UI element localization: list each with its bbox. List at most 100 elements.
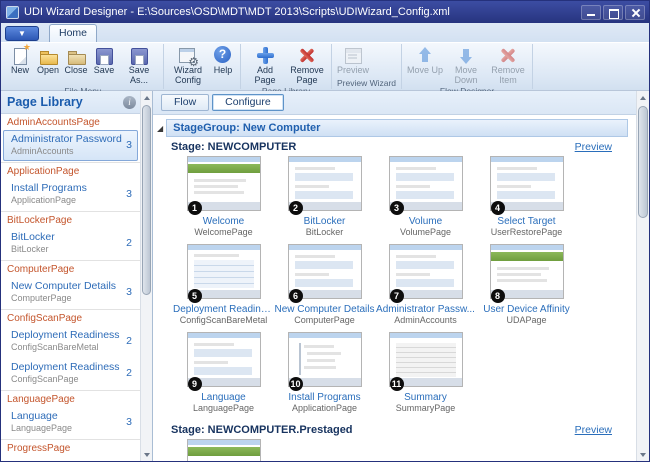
move-up-icon [415, 46, 435, 65]
stage-section: Stage: NEWCOMPUTER.PrestagedPreview 1 [153, 424, 636, 461]
remove-page-button[interactable]: Remove Page [286, 44, 328, 86]
ribbon-button-label: Add Page [246, 66, 284, 86]
wizard-page-card[interactable]: 5Deployment ReadinessConfigScanBareMetal [173, 244, 274, 325]
page-card-title: Deployment Readiness [173, 304, 274, 315]
page-library-item[interactable]: New Computer DetailsComputerPage3 [3, 277, 138, 308]
title-bar[interactable]: UDI Wizard Designer - E:\Sources\OSD\MDT… [1, 1, 649, 23]
page-card-title: Language [173, 392, 274, 403]
wizard-config-icon [178, 46, 198, 65]
main-scrollbar[interactable] [636, 91, 649, 461]
move-up-button[interactable]: Move Up [405, 44, 445, 76]
page-library-item[interactable]: Install ProgramsApplicationPage3 [3, 179, 138, 210]
wizard-page-card[interactable]: 1 [173, 439, 274, 461]
stage-group-header[interactable]: StageGroup: New Computer [166, 119, 628, 137]
page-card-title: New Computer Details [274, 304, 375, 315]
wizard-page-card[interactable]: 10Install ProgramsApplicationPage [274, 332, 375, 413]
page-number-badge: 1 [188, 201, 202, 215]
wizard-page-card[interactable]: 7Administrator Passw...AdminAccounts [375, 244, 476, 325]
page-card-title: Summary [375, 392, 476, 403]
preview-link[interactable]: Preview [575, 141, 612, 153]
page-card-subtitle: SummaryPage [375, 403, 476, 413]
stage-grid: 1 [173, 439, 612, 461]
wizard-page-card[interactable]: 6New Computer DetailsComputerPage [274, 244, 375, 325]
page-thumbnail: 2 [288, 156, 362, 211]
sidebar-scrollbar[interactable] [140, 91, 152, 461]
help-button[interactable]: Help [209, 44, 237, 76]
page-item-text: Deployment ReadinessConfigScanPage [11, 361, 122, 385]
stage-section: Stage: NEWCOMPUTERPreview1WelcomeWelcome… [153, 141, 636, 420]
page-item-subtitle: ApplicationPage [11, 195, 122, 206]
page-library-item[interactable]: BitLockerBitLocker2 [3, 228, 138, 259]
info-icon[interactable] [123, 96, 136, 109]
page-item-text: Install ProgramsApplicationPage [11, 182, 122, 206]
page-item-subtitle: ComputerPage [11, 293, 122, 304]
add-page-button[interactable]: Add Page [244, 44, 286, 86]
window-title: UDI Wizard Designer - E:\Sources\OSD\MDT… [24, 6, 579, 18]
page-number-badge: 6 [289, 289, 303, 303]
wizard-page-card[interactable]: 9LanguageLanguagePage [173, 332, 274, 413]
page-thumbnail: 11 [389, 332, 463, 387]
save-as-button[interactable]: Save As... [118, 44, 160, 86]
page-number-badge: 9 [188, 377, 202, 391]
tab-home[interactable]: Home [49, 24, 97, 42]
page-card-subtitle: ConfigScanBareMetal [173, 315, 274, 325]
scrollbar-thumb[interactable] [142, 105, 151, 295]
new-document-icon [10, 46, 30, 65]
page-number-badge: 11 [390, 377, 404, 391]
scroll-down-icon[interactable] [637, 448, 649, 461]
page-thumbnail: 8 [490, 244, 564, 299]
page-card-title: Select Target [476, 216, 577, 227]
page-library-item[interactable]: LanguageLanguagePage3 [3, 407, 138, 438]
expander-icon[interactable] [157, 124, 163, 133]
scrollbar-thumb[interactable] [638, 106, 648, 218]
close-icon[interactable] [625, 5, 645, 20]
wizard-page-card[interactable]: 2BitLockerBitLocker [274, 156, 375, 237]
page-thumbnail: 7 [389, 244, 463, 299]
move-down-button[interactable]: Move Down [445, 44, 487, 86]
ribbon-button-row: NewOpenCloseSaveSave As... [6, 44, 160, 86]
app-window: UDI Wizard Designer - E:\Sources\OSD\MDT… [0, 0, 650, 462]
scroll-up-icon[interactable] [637, 91, 649, 104]
page-library-item[interactable]: Administrator PasswordAdminAccounts3 [3, 130, 138, 161]
scroll-down-icon[interactable] [141, 448, 152, 461]
wizard-config-button[interactable]: Wizard Config [167, 44, 209, 86]
page-number-badge: 8 [491, 289, 505, 303]
page-card-title: Volume [375, 216, 476, 227]
page-group-header: LanguagePage [1, 391, 140, 407]
page-library-item[interactable]: Deployment ReadinessConfigScanBareMetal2 [3, 326, 138, 357]
stage-grid: 1WelcomeWelcomePage2BitLockerBitLocker3V… [173, 156, 612, 420]
close-button[interactable]: Close [62, 44, 90, 76]
wizard-page-card[interactable]: 8User Device AffinityUDAPage [476, 244, 577, 325]
remove-item-icon [498, 46, 518, 65]
save-button[interactable]: Save [90, 44, 118, 76]
app-menu-button[interactable]: ▼ [5, 26, 39, 41]
page-item-subtitle: ConfigScanBareMetal [11, 342, 122, 353]
wizard-page-card[interactable]: 1WelcomeWelcomePage [173, 156, 274, 237]
tab-configure[interactable]: Configure [212, 94, 284, 111]
stage-header: Stage: NEWCOMPUTER.PrestagedPreview [171, 424, 612, 436]
maximize-icon[interactable] [603, 5, 623, 20]
preview-link[interactable]: Preview [575, 424, 612, 436]
wizard-page-card[interactable]: 4Select TargetUserRestorePage [476, 156, 577, 237]
page-card-subtitle: BitLocker [274, 227, 375, 237]
tab-flow[interactable]: Flow [161, 94, 209, 111]
new-button[interactable]: New [6, 44, 34, 76]
save-as-icon [129, 46, 149, 65]
open-button[interactable]: Open [34, 44, 62, 76]
ribbon-button-row: Wizard ConfigHelp [167, 44, 237, 86]
wizard-page-card[interactable]: 3VolumeVolumePage [375, 156, 476, 237]
page-group-header: BitLockerPage [1, 212, 140, 228]
wizard-page-card[interactable]: 11SummarySummaryPage [375, 332, 476, 413]
minimize-icon[interactable] [581, 5, 601, 20]
ribbon-button-label: Preview [337, 66, 369, 76]
page-item-subtitle: BitLocker [11, 244, 122, 255]
remove-item-button[interactable]: Remove Item [487, 44, 529, 86]
page-card-subtitle: ComputerPage [274, 315, 375, 325]
page-group: ProgressPage [1, 439, 140, 456]
scroll-up-icon[interactable] [141, 91, 152, 104]
ribbon-button-row: Preview [335, 44, 398, 78]
ribbon-group-label [167, 86, 237, 89]
page-group-header: ProgressPage [1, 440, 140, 456]
preview-button[interactable]: Preview [335, 44, 371, 76]
page-library-item[interactable]: Deployment ReadinessConfigScanPage2 [3, 358, 138, 389]
